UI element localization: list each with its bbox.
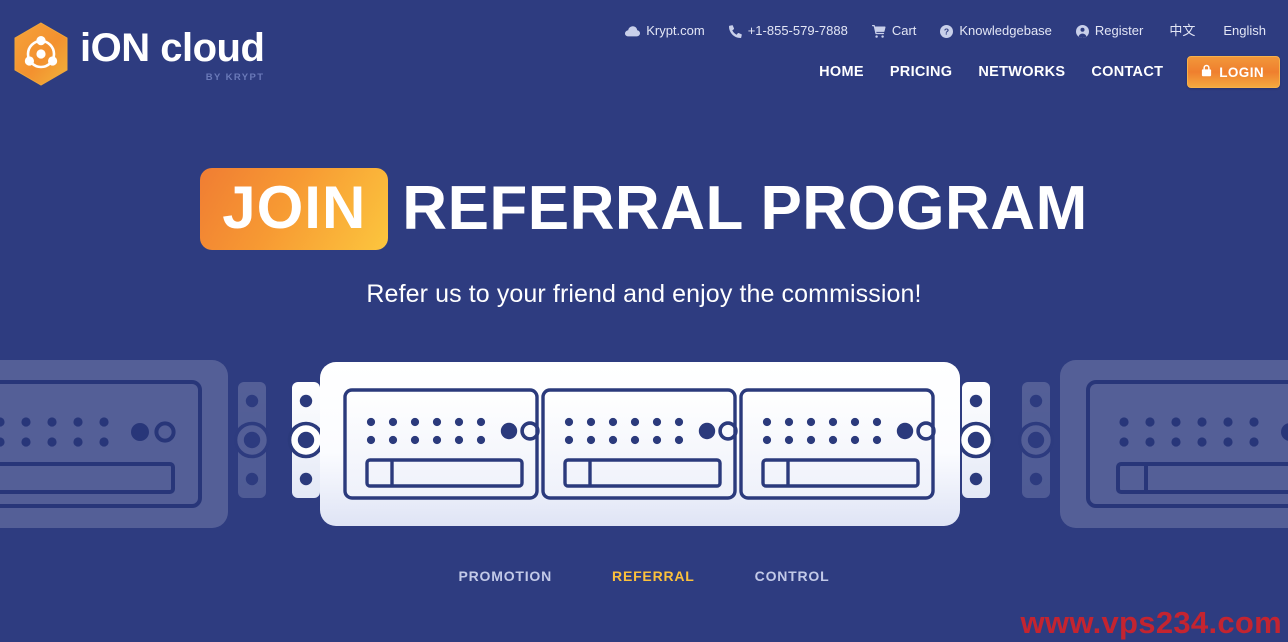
rack-rail-right-outer: [957, 380, 995, 500]
logo-tagline: BY KRYPT: [205, 72, 265, 83]
hero-subtitle: Refer us to your friend and enjoy the co…: [366, 280, 922, 308]
utility-link-label: Cart: [891, 23, 917, 38]
user-circle-icon: [1075, 24, 1089, 38]
utility-link-krypt[interactable]: Krypt.com: [613, 22, 717, 40]
utility-link-label: Register: [1094, 23, 1144, 38]
utility-link-phone[interactable]: +1-855-579-7888: [717, 22, 860, 40]
cloud-icon: [625, 25, 641, 37]
nav-item-pricing[interactable]: PRICING: [877, 56, 966, 88]
nav-item-home[interactable]: HOME: [806, 56, 877, 88]
utility-link-label: English: [1223, 23, 1266, 38]
cart-icon: [871, 24, 886, 38]
tab-control[interactable]: CONTROL: [725, 564, 860, 588]
main-nav: HOME PRICING NETWORKS CONTACT LOGIN: [806, 56, 1280, 88]
site-header: iON cloud BY KRYPT Krypt.com +1-855-579-…: [0, 0, 1288, 110]
utility-link-label: Knowledgebase: [959, 23, 1052, 38]
tab-referral[interactable]: REFERRAL: [582, 564, 725, 588]
watermark: www.vps234.com: [1020, 605, 1282, 640]
rack-center-active: [320, 362, 960, 526]
hexagon-atom-icon: [12, 22, 70, 86]
logo-wordmark: iON cloud: [80, 22, 265, 74]
phone-icon: [728, 24, 742, 38]
server-rack-illustration: [0, 350, 1288, 545]
nav-item-contact[interactable]: CONTACT: [1078, 56, 1176, 88]
hero-title: JOIN REFERRAL PROGRAM: [0, 168, 1288, 250]
logo-name-part1: iON: [80, 26, 150, 70]
utility-link-label: Krypt.com: [646, 23, 705, 38]
tab-promotion[interactable]: PROMOTION: [429, 564, 583, 588]
site-logo[interactable]: iON cloud BY KRYPT: [12, 18, 265, 90]
utility-link-english[interactable]: English: [1209, 22, 1280, 40]
login-button[interactable]: LOGIN: [1187, 56, 1280, 88]
rack-right-faded: [1017, 360, 1288, 528]
hero-title-text: REFERRAL PROGRAM: [402, 174, 1088, 243]
rack-left-faded: [0, 360, 271, 528]
logo-name-part2: cloud: [160, 26, 265, 70]
utility-nav: Krypt.com +1-855-579-7888 Cart ? Knowled…: [613, 22, 1280, 40]
section-tabs: PROMOTION REFERRAL CONTROL: [0, 564, 1288, 588]
svg-text:?: ?: [944, 26, 949, 36]
utility-link-label: +1-855-579-7888: [747, 23, 848, 38]
hero-badge-join: JOIN: [200, 168, 389, 250]
utility-link-label: 中文: [1169, 23, 1196, 38]
rack-rail-left-outer: [287, 380, 325, 500]
utility-link-cart[interactable]: Cart: [860, 22, 929, 40]
question-circle-icon: ?: [940, 24, 954, 38]
lock-icon: [1201, 64, 1212, 80]
utility-link-register[interactable]: Register: [1064, 22, 1155, 40]
login-button-label: LOGIN: [1219, 64, 1264, 80]
utility-link-knowledgebase[interactable]: ? Knowledgebase: [928, 22, 1064, 40]
utility-link-chinese[interactable]: 中文: [1155, 22, 1209, 40]
nav-item-networks[interactable]: NETWORKS: [965, 56, 1078, 88]
